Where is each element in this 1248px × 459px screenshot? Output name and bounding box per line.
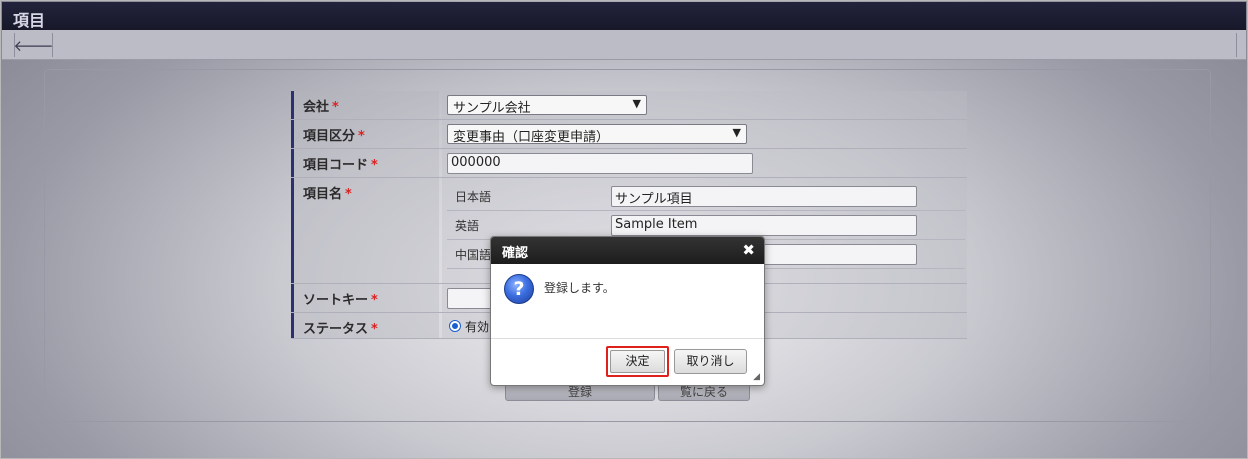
required-mark: * xyxy=(332,100,339,115)
page-frame: 項目 🡐 会社 * サンプル会社 ▼ 項目区分 * 変更事由（口座変更申請） ▼… xyxy=(0,0,1248,459)
lang-label-ja: 日本語 xyxy=(455,190,492,204)
name-ja-input[interactable]: サンプル項目 xyxy=(611,186,917,207)
chevron-down-icon: ▼ xyxy=(632,97,641,110)
field-label: 項目区分 * xyxy=(291,120,439,148)
row-code: 項目コード * 000000 xyxy=(291,149,967,178)
category-select[interactable]: 変更事由（口座変更申請） ▼ xyxy=(447,124,747,145)
required-mark: * xyxy=(371,322,378,337)
toolbar-divider xyxy=(1236,33,1237,57)
name-lang-row-ja: 日本語 サンプル項目 xyxy=(447,182,965,211)
company-select[interactable]: サンプル会社 ▼ xyxy=(447,95,647,116)
row-category: 項目区分 * 変更事由（口座変更申請） ▼ xyxy=(291,120,967,149)
lang-label-en: 英語 xyxy=(455,219,480,233)
arrow-left-icon: 🡐 xyxy=(13,36,54,55)
row-company: 会社 * サンプル会社 ▼ xyxy=(291,91,967,120)
category-select-value: 変更事由（口座変更申請） xyxy=(453,130,610,145)
back-button[interactable]: 🡐 xyxy=(13,33,54,57)
name-label: 項目名 xyxy=(303,187,343,202)
required-mark: * xyxy=(371,293,378,308)
close-icon[interactable]: ✖ xyxy=(742,241,755,259)
toolbar: 🡐 xyxy=(2,30,1246,60)
category-label: 項目区分 xyxy=(303,129,356,144)
field-label: 項目コード * xyxy=(291,149,439,177)
field-label: ソートキー * xyxy=(291,284,439,312)
company-label: 会社 xyxy=(303,100,330,115)
required-mark: * xyxy=(345,187,352,202)
field-value: 000000 xyxy=(442,149,967,177)
field-value: サンプル会社 ▼ xyxy=(442,91,967,119)
field-value: 変更事由（口座変更申請） ▼ xyxy=(442,120,967,148)
status-active-radio[interactable] xyxy=(449,320,461,332)
cancel-button[interactable]: 取り消し xyxy=(674,349,747,374)
sort-key-label: ソートキー xyxy=(303,293,369,308)
page-title: 項目 xyxy=(2,2,1246,30)
lang-label-zh: 中国語 xyxy=(455,248,492,262)
code-label: 項目コード xyxy=(303,158,369,173)
dialog-title: 確認 xyxy=(491,237,764,264)
field-label: ステータス * xyxy=(291,313,439,338)
code-input[interactable]: 000000 xyxy=(447,153,753,174)
resize-grip-icon[interactable]: ◢ xyxy=(753,372,760,382)
chevron-down-icon: ▼ xyxy=(732,126,741,139)
field-label: 会社 * xyxy=(291,91,439,119)
status-label: ステータス xyxy=(303,322,369,337)
company-select-value: サンプル会社 xyxy=(453,101,531,116)
required-mark: * xyxy=(371,158,378,173)
confirm-dialog: 確認 ✖ ? 登録します。 決定 取り消し ◢ xyxy=(490,236,765,386)
required-mark: * xyxy=(358,129,365,144)
confirm-button-label: 決定 xyxy=(610,350,665,373)
confirm-button[interactable]: 決定 xyxy=(606,346,669,377)
dialog-divider xyxy=(491,338,764,339)
dialog-message: 登録します。 xyxy=(544,281,615,295)
status-active-label: 有効 xyxy=(465,320,490,334)
field-label: 項目名 * xyxy=(291,178,439,283)
name-en-input[interactable]: Sample Item xyxy=(611,215,917,236)
question-icon: ? xyxy=(504,274,534,304)
